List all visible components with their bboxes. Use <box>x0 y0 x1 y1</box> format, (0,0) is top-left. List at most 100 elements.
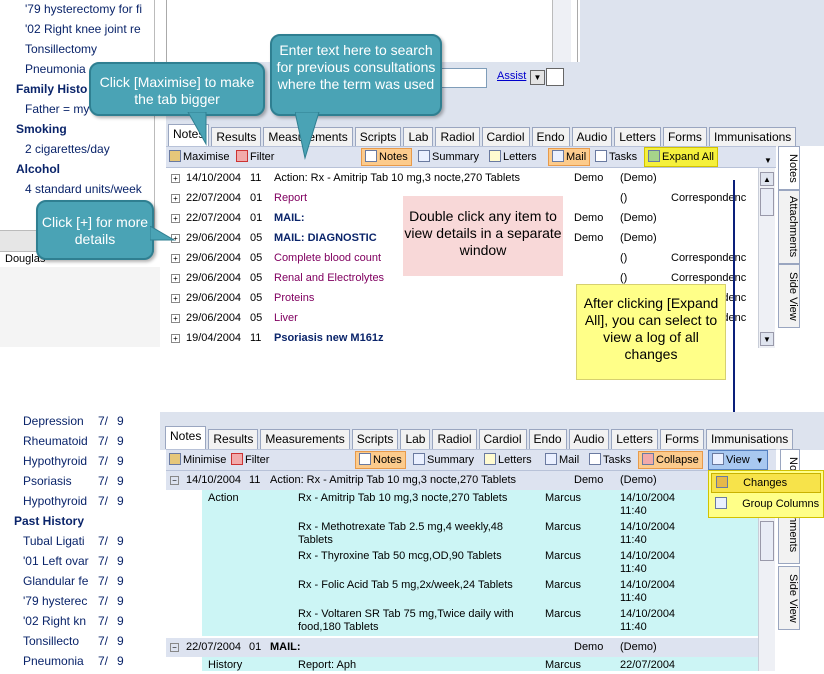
tab-bottom-cardiol[interactable]: Cardiol <box>478 429 527 449</box>
tree-item[interactable]: Father = my <box>25 102 89 116</box>
tree-item[interactable]: Pneumonia 7/9 <box>0 654 156 674</box>
table-row[interactable]: +14/10/2004 11 Action: Rx - Amitrip Tab 10… <box>166 168 758 188</box>
mail-toggle-button[interactable]: Mail <box>548 148 591 166</box>
detail-row[interactable]: Rx - Thyroxine Tab 50 mcg,OD,90 Tablets M… <box>202 550 758 578</box>
expand-row-icon[interactable]: + <box>171 328 180 348</box>
expand-all-button[interactable]: Expand All <box>644 147 718 167</box>
tab-letters[interactable]: Letters <box>614 127 661 147</box>
detail-row[interactable]: Rx - Methotrexate Tab 2.5 mg,4 weekly,48… <box>202 521 758 549</box>
tab-radiol[interactable]: Radiol <box>435 127 480 147</box>
detail-row[interactable]: Rx - Folic Acid Tab 5 mg,2x/week,24 Tabl… <box>202 579 758 607</box>
group-row-2[interactable]: − 22/07/2004 01 MAIL: Demo (Demo) <box>166 638 758 657</box>
tab-scripts[interactable]: Scripts <box>354 127 402 147</box>
assist-link[interactable]: Assist <box>497 70 526 82</box>
scroll-down-button[interactable]: ▼ <box>760 332 774 346</box>
tab-cardiol[interactable]: Cardiol <box>481 127 530 147</box>
tab-lab[interactable]: Lab <box>403 127 434 147</box>
tab-results[interactable]: Results <box>211 127 262 147</box>
tree-item[interactable]: 2 cigarettes/day <box>25 142 110 156</box>
tab-immunisations[interactable]: Immunisations <box>708 127 797 147</box>
tree-item[interactable]: '79 hysterec 7/9 <box>0 594 156 614</box>
plus-icon[interactable]: + <box>171 194 180 203</box>
expand-row-icon[interactable]: + <box>171 208 180 228</box>
tree-item[interactable]: '02 Right kn 7/9 <box>0 614 156 634</box>
tree-item[interactable]: Hypothyroid 7/9 <box>0 454 156 474</box>
letters-button[interactable]: Letters <box>489 149 537 165</box>
view-menu-item-group-columns[interactable]: Group Columns <box>711 495 821 515</box>
tree-item[interactable]: '01 Left ovar 7/9 <box>0 554 156 574</box>
expand-row-icon[interactable]: + <box>171 168 180 188</box>
side-tab-notes[interactable]: Notes <box>778 146 800 190</box>
maximise-button[interactable]: Maximise <box>169 149 229 165</box>
mail-button-bottom[interactable]: Mail <box>545 452 579 468</box>
view-menu-item-changes[interactable]: Changes <box>711 473 821 493</box>
filter-button[interactable]: Filter <box>236 149 274 165</box>
tab-bottom-notes[interactable]: Notes <box>165 426 207 449</box>
letters-button-bottom[interactable]: Letters <box>484 452 532 468</box>
notes-toggle-button-bottom[interactable]: Notes <box>355 451 406 469</box>
plus-icon[interactable]: + <box>171 274 180 283</box>
side-tab-side-view-bottom[interactable]: Side View <box>778 566 800 630</box>
tree-item[interactable]: Tubal Ligati 7/9 <box>0 534 156 554</box>
expand-row-icon[interactable]: + <box>171 188 180 208</box>
side-tab-attachments[interactable]: Attachments <box>778 190 800 264</box>
plus-icon[interactable]: + <box>171 254 180 263</box>
tab-bottom-audio[interactable]: Audio <box>568 429 610 449</box>
view-dropdown-button[interactable]: View ▼ <box>708 450 768 470</box>
filter-button-bottom[interactable]: Filter <box>231 452 269 468</box>
expand-row-icon[interactable]: + <box>171 308 180 328</box>
tree-item[interactable]: Tonsillectomy <box>25 42 97 56</box>
tree-item[interactable]: 4 standard units/week <box>25 182 142 196</box>
detail-row[interactable]: Action Rx - Amitrip Tab 10 mg,3 nocte,270… <box>202 492 758 520</box>
tree-item[interactable]: Tonsillecto 7/9 <box>0 634 156 654</box>
plus-icon[interactable]: + <box>171 174 180 183</box>
expand-row-icon[interactable]: + <box>171 288 180 308</box>
tab-bottom-forms[interactable]: Forms <box>659 429 704 449</box>
plus-icon[interactable]: + <box>171 294 180 303</box>
assist-dropdown-button[interactable]: ▼ <box>530 70 545 85</box>
tab-bottom-endo[interactable]: Endo <box>528 429 567 449</box>
summary-button[interactable]: Summary <box>418 149 479 165</box>
plus-icon[interactable]: + <box>171 334 180 343</box>
tasks-button-bottom[interactable]: Tasks <box>589 452 631 468</box>
tree-item[interactable]: Psoriasis 7/9 <box>0 474 156 494</box>
tree-item[interactable]: Pneumonia <box>25 62 86 76</box>
tab-bottom-letters[interactable]: Letters <box>611 429 658 449</box>
side-tab-side-view[interactable]: Side View <box>778 264 800 328</box>
tree-item[interactable]: '02 Right knee joint re <box>25 22 141 36</box>
collapse-toggle-icon[interactable]: − <box>170 643 179 652</box>
tree-item[interactable]: Hypothyroid 7/9 <box>0 494 156 514</box>
collapse-toggle-icon[interactable]: − <box>170 476 179 485</box>
scroll-up-button[interactable]: ▲ <box>760 172 774 186</box>
notes-toggle-button[interactable]: Notes <box>361 148 412 166</box>
tree-item[interactable]: '79 hysterectomy for fi <box>25 2 142 16</box>
tasks-button[interactable]: Tasks <box>595 149 637 165</box>
search-input[interactable] <box>440 68 487 88</box>
tab-bottom-measurements[interactable]: Measurements <box>260 429 350 449</box>
plus-icon[interactable]: + <box>171 214 180 223</box>
tree-item[interactable]: Rheumatoid 7/9 <box>0 434 156 454</box>
toolbar-overflow-button[interactable]: ▼ <box>764 153 772 169</box>
tab-audio[interactable]: Audio <box>571 127 613 147</box>
scroll-thumb[interactable] <box>760 521 774 561</box>
editor-scrollbar[interactable] <box>552 0 571 62</box>
expand-row-icon[interactable]: + <box>171 248 180 268</box>
tab-bottom-immunisations[interactable]: Immunisations <box>705 429 794 449</box>
tab-bottom-lab[interactable]: Lab <box>400 429 431 449</box>
expand-row-icon[interactable]: + <box>171 268 180 288</box>
collapse-button[interactable]: Collapse <box>638 451 703 469</box>
plus-icon[interactable]: + <box>171 314 180 323</box>
detail-row-history[interactable]: History Report: Aph Marcus 22/07/2004 <box>202 657 758 671</box>
tab-endo[interactable]: Endo <box>531 127 570 147</box>
tab-bottom-results[interactable]: Results <box>208 429 259 449</box>
group-row-1[interactable]: − 14/10/2004 11 Action: Rx - Amitrip Tab… <box>166 471 758 490</box>
tab-bottom-scripts[interactable]: Scripts <box>351 429 399 449</box>
top-list-scrollbar[interactable]: ▲ ▼ <box>758 168 775 348</box>
minimise-button[interactable]: Minimise <box>169 452 226 468</box>
detail-row[interactable]: Rx - Voltaren SR Tab 75 mg,Twice daily w… <box>202 608 758 636</box>
color-swatch-box[interactable] <box>546 68 564 86</box>
scroll-thumb[interactable] <box>760 188 774 216</box>
tab-bottom-radiol[interactable]: Radiol <box>432 429 477 449</box>
summary-button-bottom[interactable]: Summary <box>413 452 474 468</box>
tree-item[interactable]: Depression 7/9 <box>0 414 156 434</box>
